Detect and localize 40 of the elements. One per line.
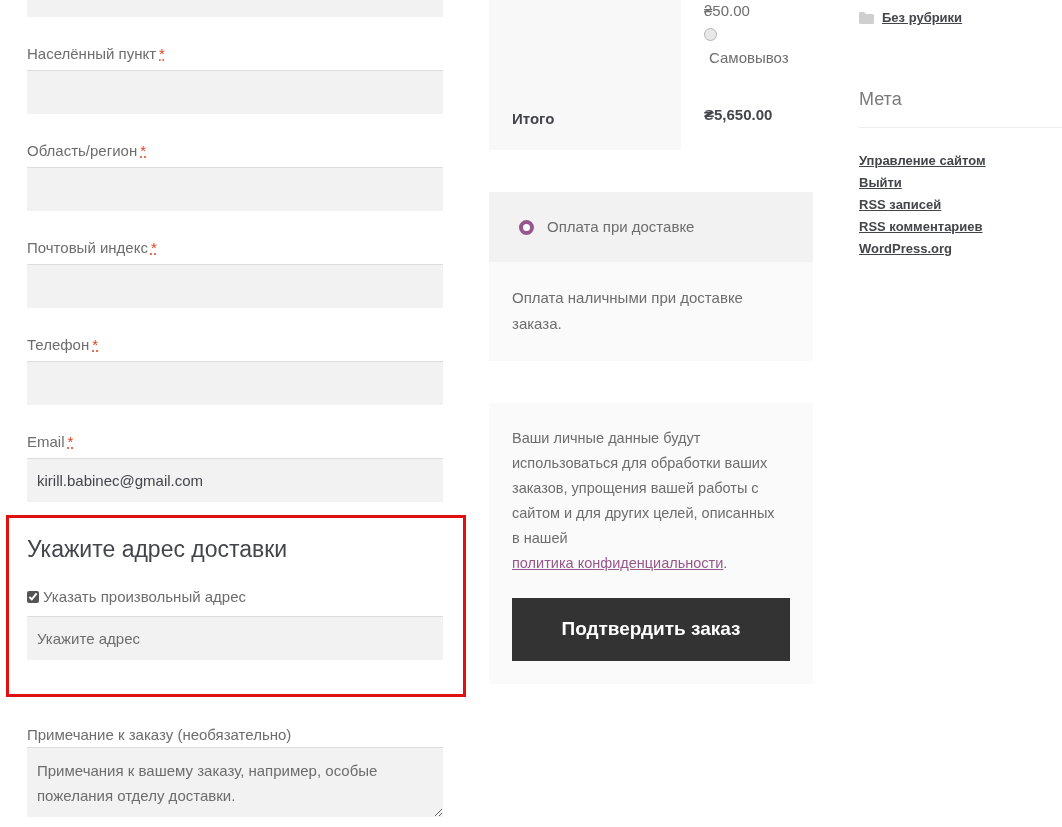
- category-link[interactable]: Без рубрики: [882, 8, 963, 28]
- checkbox-label: Указать произвольный адрес: [43, 586, 246, 607]
- payment-method-label: Оплата при доставке: [547, 216, 695, 237]
- shipping-option-label: Самовывоз: [709, 48, 789, 68]
- total-value: ₴5,650.00: [704, 105, 774, 125]
- note-field[interactable]: Примечания к вашему заказу, например, особые пожелания отделу доставки.: [27, 747, 443, 817]
- meta-link[interactable]: RSS комментариев: [859, 216, 1062, 238]
- folder-icon: [859, 12, 874, 24]
- field-label: Населённый пункт: [27, 43, 157, 64]
- meta-link[interactable]: Выйти: [859, 172, 1062, 194]
- confirm-order-button[interactable]: Подтвердить заказ: [512, 598, 790, 661]
- radio-button[interactable]: [519, 219, 534, 235]
- required-mark: *: [140, 140, 147, 161]
- privacy-text: Ваши личные данные будут использоваться для обработки ваших заказов, упрощения вашей работы с сайтом и для других целей, описанных в нашей политика конфиденциальности.: [512, 429, 776, 573]
- required-mark: *: [92, 334, 99, 355]
- input-field[interactable]: [27, 264, 443, 308]
- input-field[interactable]: kirill.babinec@gmail.com: [27, 458, 443, 502]
- field-label: Email: [27, 431, 65, 452]
- input-field[interactable]: [27, 70, 443, 114]
- meta-link[interactable]: Управление сайтом: [859, 150, 1062, 172]
- meta-link[interactable]: WordPress.org: [859, 238, 1062, 260]
- payment-method[interactable]: Оплата при доставке: [489, 192, 813, 262]
- shipping-price: ₴50.00: [704, 1, 751, 21]
- input-field[interactable]: [27, 361, 443, 405]
- required-mark: *: [67, 431, 74, 452]
- widget-heading: Мета: [859, 88, 903, 111]
- required-mark: *: [159, 43, 165, 64]
- radio-button[interactable]: [704, 28, 717, 41]
- field-label: Почтовый индекс: [27, 237, 148, 258]
- meta-link[interactable]: RSS записей: [859, 194, 1062, 216]
- required-mark: *: [150, 237, 157, 258]
- checkbox[interactable]: [27, 591, 39, 603]
- address-field[interactable]: Укажите адрес: [27, 616, 443, 660]
- section-heading: Укажите адрес доставки: [27, 535, 289, 564]
- total-label: Итого: [512, 108, 555, 129]
- input-field[interactable]: [27, 167, 443, 211]
- field-label: Область/регион: [27, 140, 138, 161]
- payment-description: Оплата наличными при доставке заказа.: [512, 288, 744, 334]
- field-label: Примечание к заказу (необязательно): [27, 725, 293, 742]
- field-label: Телефон: [27, 334, 90, 355]
